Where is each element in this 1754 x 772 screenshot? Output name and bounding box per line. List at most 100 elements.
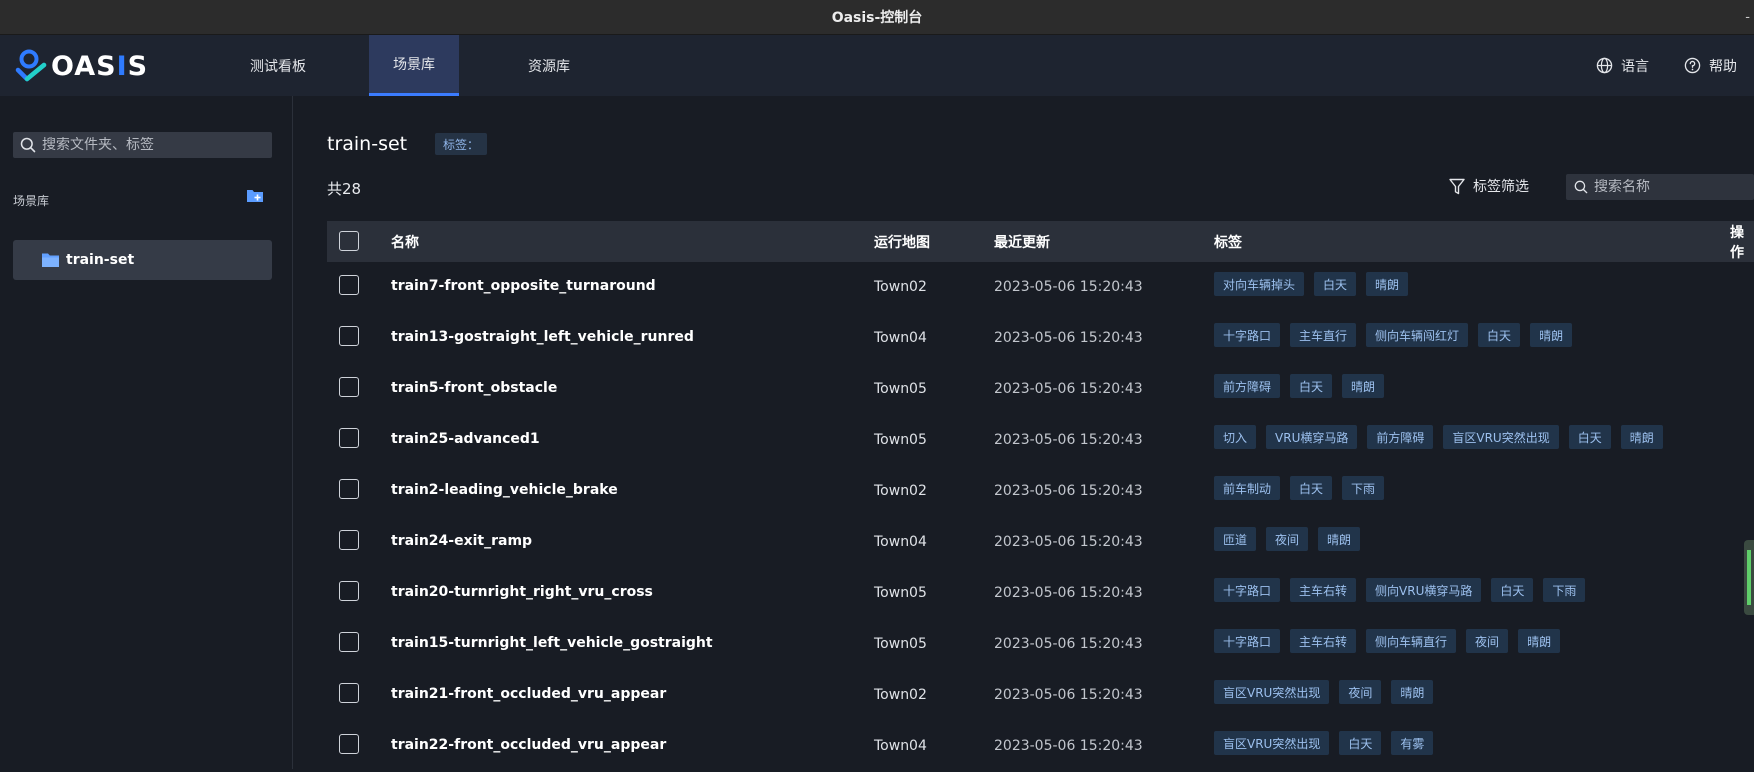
- scenario-map: Town04: [874, 738, 927, 754]
- tag-chip: 匝道: [1214, 527, 1257, 551]
- tag-chip: 夜间: [1466, 629, 1509, 653]
- table-row[interactable]: train20-turnright_right_vru_cross Town05 2…: [327, 568, 1754, 619]
- scenario-map: Town02: [874, 687, 927, 703]
- window-titlebar: Oasis-控制台 -: [0, 0, 1754, 35]
- tag-label-badge[interactable]: 标签：: [435, 133, 488, 155]
- scenario-name[interactable]: train7-front_opposite_turnaround: [391, 278, 656, 294]
- result-count: 共28: [327, 180, 362, 198]
- main-content: train-set 标签： 共28 标签筛选 名称 运行地图 最近更新 标签 操…: [294, 96, 1754, 769]
- table-body: train7-front_opposite_turnaround Town02 20…: [327, 262, 1754, 772]
- scenario-map: Town05: [874, 381, 927, 397]
- scenario-tags: 对向车辆掉头 白天 晴朗: [1214, 272, 1418, 296]
- oasis-logo[interactable]: OASIS: [15, 48, 148, 84]
- scenario-name[interactable]: train21-front_occluded_vru_appear: [391, 686, 666, 702]
- scenario-name[interactable]: train15-turnright_left_vehicle_gostraigh…: [391, 635, 713, 651]
- nav-tab-dashboard[interactable]: 测试看板: [233, 35, 323, 96]
- help-button[interactable]: 帮助: [1684, 35, 1737, 96]
- row-checkbox[interactable]: [339, 530, 359, 550]
- select-all-checkbox[interactable]: [339, 231, 359, 251]
- language-button[interactable]: 语言: [1596, 35, 1649, 96]
- column-header-updated[interactable]: 最近更新: [994, 232, 1050, 252]
- column-header-name[interactable]: 名称: [391, 232, 419, 252]
- table-row[interactable]: train7-front_opposite_turnaround Town02 20…: [327, 262, 1754, 313]
- filter-icon: [1449, 178, 1465, 194]
- tag-chip: 主车右转: [1290, 629, 1357, 653]
- tag-chip: 十字路口: [1214, 578, 1281, 602]
- add-folder-button[interactable]: [246, 188, 264, 207]
- table-row[interactable]: train24-exit_ramp Town04 2023-05-06 15:20:…: [327, 517, 1754, 568]
- column-header-map[interactable]: 运行地图: [874, 232, 930, 252]
- row-checkbox[interactable]: [339, 377, 359, 397]
- tag-chip: 侧向车辆直行: [1366, 629, 1457, 653]
- help-icon: [1684, 57, 1701, 74]
- table-header: 名称 运行地图 最近更新 标签 操作: [327, 221, 1754, 262]
- nav-tab-resource-library[interactable]: 资源库: [504, 35, 594, 96]
- tag-chip: 白天: [1478, 323, 1521, 347]
- tag-chip: 下雨: [1342, 476, 1385, 500]
- search-icon: [1574, 180, 1588, 194]
- tag-chip: 晴朗: [1518, 629, 1561, 653]
- row-checkbox[interactable]: [339, 479, 359, 499]
- table-row[interactable]: train25-advanced1 Town05 2023-05-06 15:20:…: [327, 415, 1754, 466]
- table-row[interactable]: train21-front_occluded_vru_appear Town02 2…: [327, 670, 1754, 721]
- logo-text-highlight: I: [116, 50, 128, 82]
- name-search-input[interactable]: [1594, 179, 1754, 195]
- row-checkbox[interactable]: [339, 275, 359, 295]
- folder-search-box[interactable]: [13, 132, 272, 158]
- row-checkbox[interactable]: [339, 683, 359, 703]
- tag-chip: 晴朗: [1530, 323, 1573, 347]
- scenario-map: Town05: [874, 585, 927, 601]
- row-checkbox[interactable]: [339, 326, 359, 346]
- table-row[interactable]: train5-front_obstacle Town05 2023-05-06 15…: [327, 364, 1754, 415]
- edge-scroll-widget[interactable]: [1744, 540, 1754, 615]
- scenario-name[interactable]: train24-exit_ramp: [391, 533, 532, 549]
- tag-chip: 白天: [1568, 425, 1611, 449]
- tag-chip: 有雾: [1391, 731, 1434, 755]
- tag-chip: 晴朗: [1342, 374, 1385, 398]
- logo-text-b: S: [127, 50, 149, 82]
- row-checkbox[interactable]: [339, 581, 359, 601]
- tag-filter-button[interactable]: 标签筛选: [1449, 176, 1529, 196]
- tag-filter-label: 标签筛选: [1473, 179, 1529, 195]
- scenario-name[interactable]: train25-advanced1: [391, 431, 540, 447]
- row-checkbox[interactable]: [339, 632, 359, 652]
- help-label: 帮助: [1709, 58, 1737, 75]
- scenario-map: Town05: [874, 432, 927, 448]
- tag-chip: 下雨: [1543, 578, 1586, 602]
- table-row[interactable]: train13-gostraight_left_vehicle_runred To…: [327, 313, 1754, 364]
- column-header-actions: 操作: [1730, 224, 1744, 261]
- logo-wordmark: OASIS: [51, 51, 148, 82]
- scenario-name[interactable]: train13-gostraight_left_vehicle_runred: [391, 329, 694, 345]
- scenario-name[interactable]: train5-front_obstacle: [391, 380, 557, 396]
- tag-chip: 白天: [1290, 476, 1333, 500]
- tag-chip: 晴朗: [1391, 680, 1434, 704]
- scenario-name[interactable]: train2-leading_vehicle_brake: [391, 482, 618, 498]
- table-row[interactable]: train2-leading_vehicle_brake Town02 2023-0…: [327, 466, 1754, 517]
- logo-mark-icon: [15, 49, 47, 82]
- scenario-tags: 盲区VRU突然出现 夜间 晴朗: [1214, 680, 1443, 704]
- tag-chip: 晴朗: [1620, 425, 1663, 449]
- name-search-box[interactable]: [1566, 174, 1754, 200]
- nav-tab-scenario-library[interactable]: 场景库: [369, 35, 459, 96]
- tag-chip: 主车直行: [1290, 323, 1357, 347]
- scenario-map: Town04: [874, 330, 927, 346]
- language-label: 语言: [1621, 58, 1649, 75]
- scenario-tags: 盲区VRU突然出现 白天 有雾: [1214, 731, 1443, 755]
- row-checkbox[interactable]: [339, 734, 359, 754]
- window-title: Oasis-控制台: [831, 10, 923, 26]
- row-checkbox[interactable]: [339, 428, 359, 448]
- scenario-name[interactable]: train22-front_occluded_vru_appear: [391, 737, 666, 753]
- scenario-map: Town02: [874, 279, 927, 295]
- sidebar-folder-train-set[interactable]: train-set: [13, 240, 272, 280]
- window-corner-button[interactable]: -: [1745, 10, 1750, 25]
- scenario-updated-time: 2023-05-06 15:20:43: [994, 534, 1143, 550]
- scenario-updated-time: 2023-05-06 15:20:43: [994, 381, 1143, 397]
- table-row[interactable]: train15-turnright_left_vehicle_gostraigh…: [327, 619, 1754, 670]
- scenario-updated-time: 2023-05-06 15:20:43: [994, 432, 1143, 448]
- tag-chip: 盲区VRU突然出现: [1214, 680, 1330, 704]
- tag-chip: 白天: [1491, 578, 1534, 602]
- scenario-name[interactable]: train20-turnright_right_vru_cross: [391, 584, 653, 600]
- folder-search-input[interactable]: [42, 137, 262, 153]
- table-row[interactable]: train22-front_occluded_vru_appear Town04 2…: [327, 721, 1754, 772]
- top-navigation: OASIS 测试看板 场景库 资源库 语言 帮助: [0, 35, 1754, 96]
